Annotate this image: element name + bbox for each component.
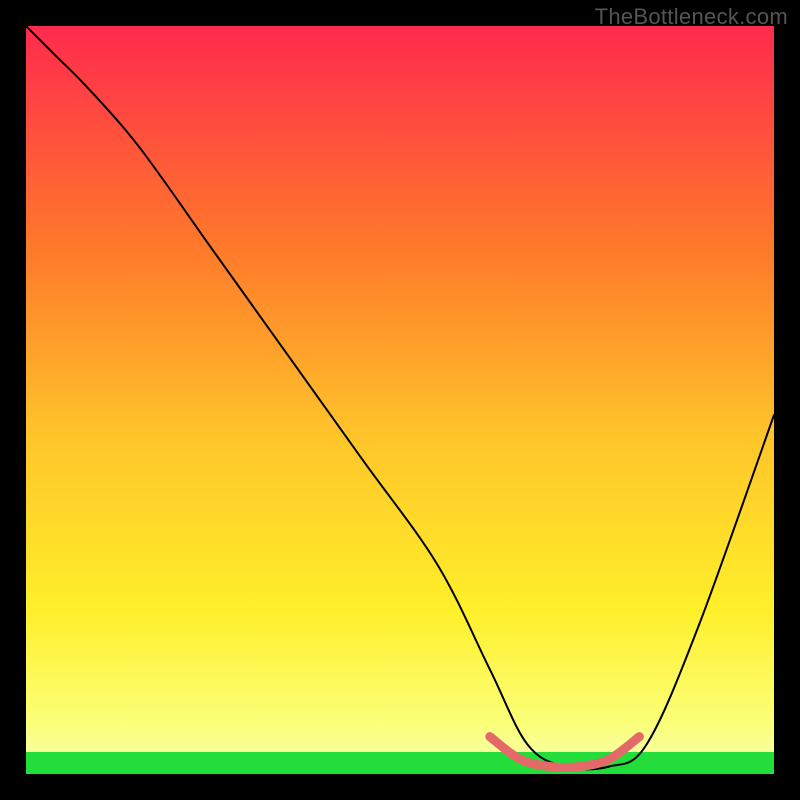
gradient-background — [26, 26, 774, 774]
optimal-green-band — [26, 752, 774, 774]
chart-container — [26, 26, 774, 774]
bottleneck-chart — [26, 26, 774, 774]
